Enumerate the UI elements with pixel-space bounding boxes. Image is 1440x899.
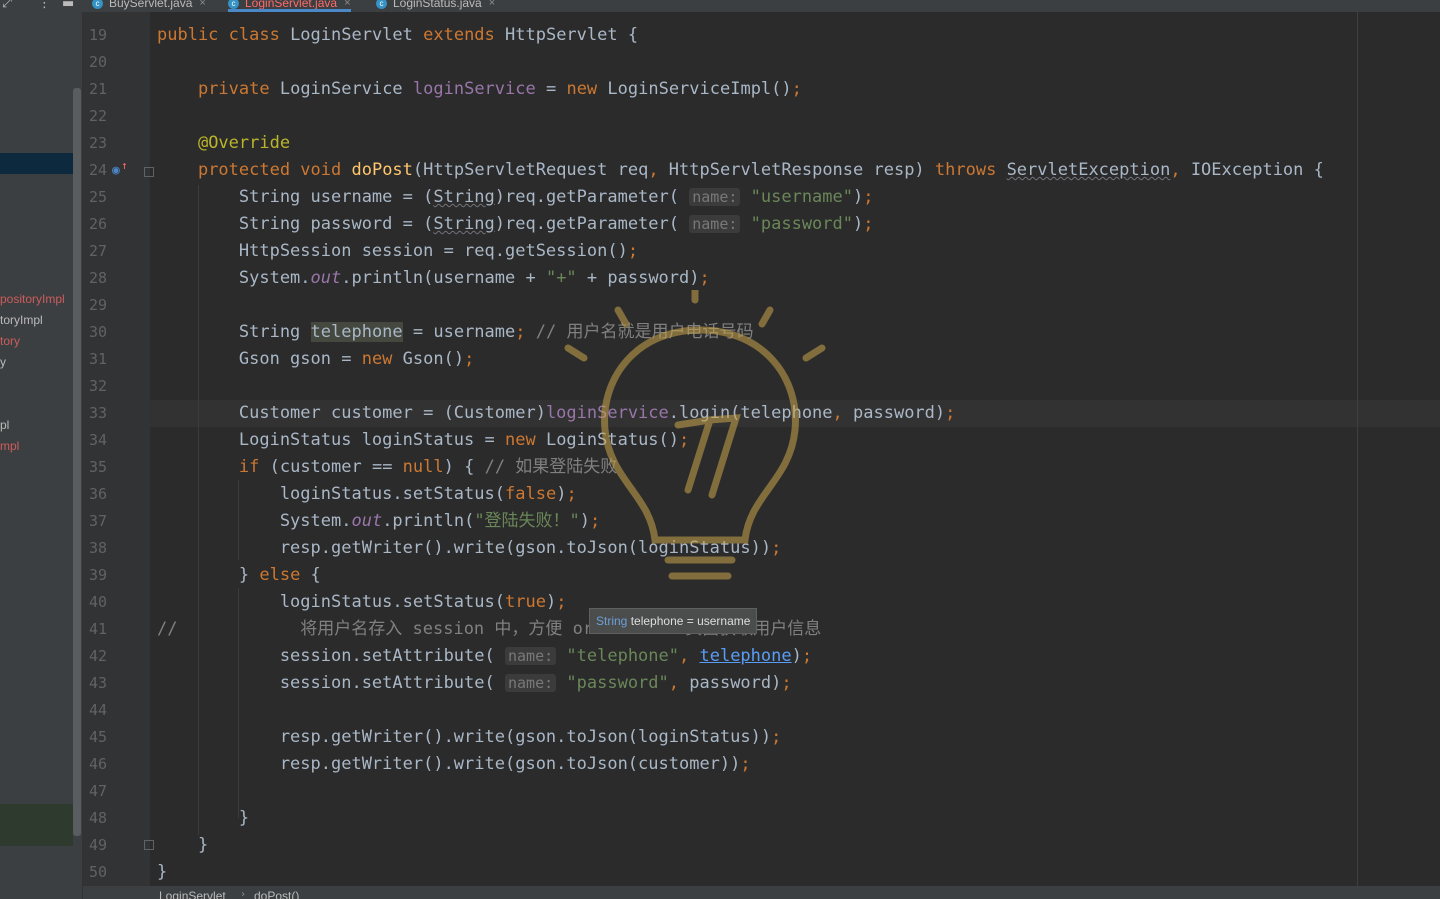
line-number[interactable]: 39 xyxy=(83,562,107,589)
line-number[interactable]: 21 xyxy=(83,76,107,103)
implementing-method-icon[interactable]: ◉ ↑ xyxy=(112,159,128,178)
code-line-46[interactable]: resp.getWriter().write(gson.toJson(custo… xyxy=(157,751,751,778)
line-number[interactable]: 24 xyxy=(83,157,107,184)
tooltip-type: String xyxy=(596,614,628,628)
close-icon[interactable]: × xyxy=(199,0,205,9)
tab-label: BuyServlet.java xyxy=(109,0,193,10)
class-file-icon: c xyxy=(376,0,387,9)
close-icon[interactable]: × xyxy=(489,0,495,9)
chevron-right-icon: › xyxy=(240,889,247,899)
breadcrumb-bar: LoginServlet › doPost() xyxy=(83,886,1440,899)
fold-marker-icon[interactable] xyxy=(144,840,154,850)
code-line-37[interactable]: System.out.println("登陆失败！"); xyxy=(157,508,600,535)
line-number[interactable]: 37 xyxy=(83,508,107,535)
more-vert-icon[interactable]: ⋮ xyxy=(38,0,51,11)
fold-marker-icon[interactable] xyxy=(144,167,154,177)
code-line-26[interactable]: String password = (String)req.getParamet… xyxy=(157,211,874,238)
breadcrumb-class[interactable]: LoginServlet xyxy=(159,889,226,899)
project-panel: positoryImpl toryImpl tory y pl mpl xyxy=(0,12,82,899)
line-number[interactable]: 43 xyxy=(83,670,107,697)
line-number[interactable]: 44 xyxy=(83,697,107,724)
class-file-icon: c xyxy=(228,0,239,9)
code-line-35[interactable]: if (customer == null) { // 如果登陆失败 xyxy=(157,454,617,481)
line-number[interactable]: 40 xyxy=(83,589,107,616)
line-number[interactable]: 33 xyxy=(83,400,107,427)
code-line-49[interactable]: } xyxy=(157,832,208,859)
code-line-45[interactable]: resp.getWriter().write(gson.toJson(login… xyxy=(157,724,782,751)
line-number[interactable]: 47 xyxy=(83,778,107,805)
code-line-24[interactable]: protected void doPost(HttpServletRequest… xyxy=(157,157,1324,184)
tree-item[interactable]: y xyxy=(0,355,6,369)
line-number[interactable]: 22 xyxy=(83,103,107,130)
line-number[interactable]: 42 xyxy=(83,643,107,670)
line-number[interactable]: 30 xyxy=(83,319,107,346)
tab-loginstatus[interactable]: c LoginStatus.java × xyxy=(376,0,495,12)
code-line-23[interactable]: @Override xyxy=(157,130,290,157)
code-line-48[interactable]: } xyxy=(157,805,249,832)
code-line-25[interactable]: String username = (String)req.getParamet… xyxy=(157,184,874,211)
watermark-bulb-icon xyxy=(564,290,826,580)
tree-item[interactable]: toryImpl xyxy=(0,313,43,327)
line-number[interactable]: 41 xyxy=(83,616,107,643)
scrollbar[interactable] xyxy=(73,88,81,836)
code-line-27[interactable]: HttpSession session = req.getSession(); xyxy=(157,238,638,265)
tooltip-text: telephone = username xyxy=(627,614,751,628)
line-number[interactable]: 20 xyxy=(83,49,107,76)
code-line-42[interactable]: session.setAttribute( name: "telephone",… xyxy=(157,643,812,670)
minimize-icon[interactable]: ▬ xyxy=(62,0,74,11)
line-number[interactable]: 50 xyxy=(83,859,107,886)
line-number[interactable]: 36 xyxy=(83,481,107,508)
code-line-43[interactable]: session.setAttribute( name: "password", … xyxy=(157,670,792,697)
editor-tab-bar: ⤢ ⋮ ▬ c BuyServlet.java × c LoginServlet… xyxy=(0,0,1440,12)
line-number[interactable]: 45 xyxy=(83,724,107,751)
tree-item[interactable]: mpl xyxy=(0,439,19,453)
line-number[interactable]: 23 xyxy=(83,130,107,157)
tree-item[interactable]: pl xyxy=(0,418,9,432)
code-line-39[interactable]: } else { xyxy=(157,562,321,589)
line-number[interactable]: 19 xyxy=(83,22,107,49)
code-line-28[interactable]: System.out.println(username + "+" + pass… xyxy=(157,265,710,292)
class-file-icon: c xyxy=(92,0,103,9)
tab-label: LoginServlet.java xyxy=(245,0,338,10)
tree-item[interactable]: positoryImpl xyxy=(0,292,65,306)
line-number[interactable]: 46 xyxy=(83,751,107,778)
selected-tree-row[interactable] xyxy=(0,153,73,174)
line-number[interactable]: 48 xyxy=(83,805,107,832)
right-margin-guide xyxy=(1357,12,1358,886)
code-line-19[interactable]: public class LoginServlet extends HttpSe… xyxy=(157,22,638,49)
line-number[interactable]: 49 xyxy=(83,832,107,859)
code-line-36[interactable]: loginStatus.setStatus(false); xyxy=(157,481,577,508)
tab-loginservlet[interactable]: c LoginServlet.java × xyxy=(228,0,351,12)
line-number[interactable]: 28 xyxy=(83,265,107,292)
line-number[interactable]: 31 xyxy=(83,346,107,373)
line-number[interactable]: 32 xyxy=(83,373,107,400)
line-number[interactable]: 38 xyxy=(83,535,107,562)
code-line-40[interactable]: loginStatus.setStatus(true); xyxy=(157,589,567,616)
line-number[interactable]: 25 xyxy=(83,184,107,211)
close-icon[interactable]: × xyxy=(344,0,350,9)
type-info-tooltip: String telephone = username xyxy=(589,608,758,634)
line-number[interactable]: 27 xyxy=(83,238,107,265)
line-number[interactable]: 35 xyxy=(83,454,107,481)
tab-label: LoginStatus.java xyxy=(393,0,482,10)
tab-scroll-icon[interactable]: ⤢ xyxy=(2,0,12,11)
code-line-50[interactable]: } xyxy=(157,859,167,886)
breadcrumb-method[interactable]: doPost() xyxy=(254,889,299,899)
tree-row-highlight xyxy=(0,804,73,846)
line-number[interactable]: 34 xyxy=(83,427,107,454)
line-number[interactable]: 29 xyxy=(83,292,107,319)
code-line-31[interactable]: Gson gson = new Gson(); xyxy=(157,346,474,373)
code-line-21[interactable]: private LoginService loginService = new … xyxy=(157,76,802,103)
tree-item[interactable]: tory xyxy=(0,334,20,348)
tab-buyservlet[interactable]: c BuyServlet.java × xyxy=(92,0,206,12)
line-number[interactable]: 26 xyxy=(83,211,107,238)
